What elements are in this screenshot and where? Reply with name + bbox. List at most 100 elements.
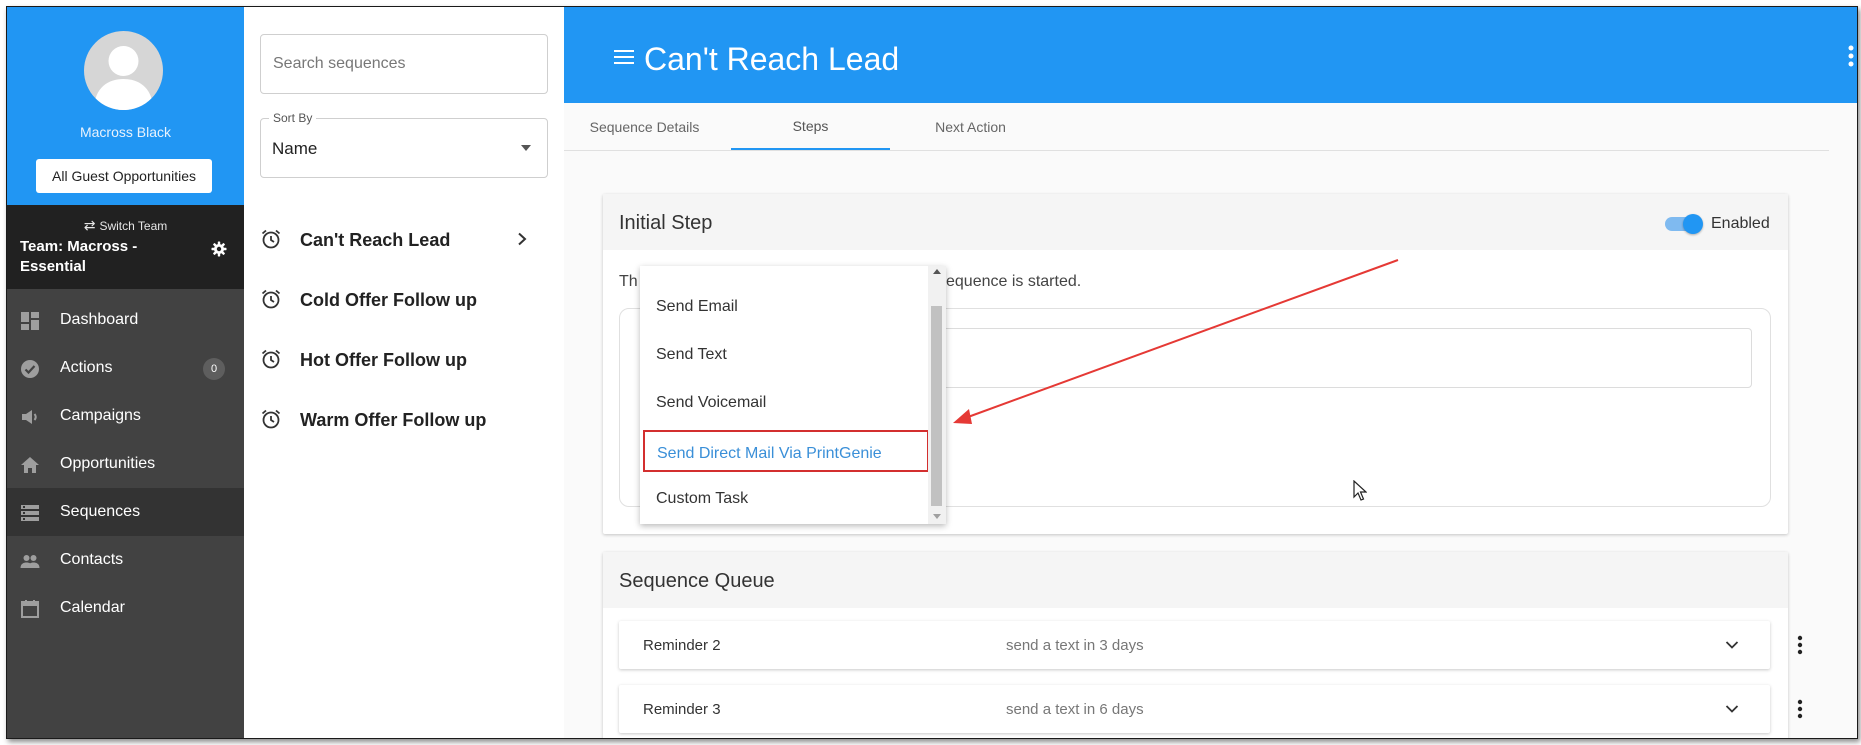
switch-team-label: Switch Team [99,219,168,233]
dropdown-option-send-voicemail[interactable]: Send Voicemail [640,379,928,427]
team-block: ⇄ Switch Team Team: Macross - Essential [7,205,244,289]
enabled-label: Enabled [1711,215,1770,232]
nav-label-dashboard: Dashboard [60,311,139,328]
megaphone-icon [22,410,37,424]
people-icon [20,555,40,568]
menu-icon[interactable] [614,49,634,65]
team-name: Team: Macross - Essential [20,238,138,275]
dropdown-option-label: Send Email [656,298,738,315]
search-box [260,34,548,94]
queue-row-description: send a text in 6 days [1006,701,1144,718]
nav-item-campaigns[interactable]: Campaigns [7,392,244,440]
dropdown-option-send-text[interactable]: Send Text [640,331,928,379]
nav-label-calendar: Calendar [60,599,125,616]
sequence-item-label: Cold Offer Follow up [300,290,477,310]
sequence-item-warm-offer[interactable]: Warm Offer Follow up [260,396,550,444]
scrollbar-thumb[interactable] [931,306,942,506]
nav-label-contacts: Contacts [60,551,124,568]
nav-item-actions[interactable]: Actions 0 [7,344,244,392]
sort-by-label: Sort By [269,111,317,125]
tab-sequence-details[interactable]: Sequence Details [564,103,725,150]
sequence-queue-card: Sequence Queue Reminder 2 send a text in… [603,552,1803,738]
dropdown-option-send-email[interactable]: Send Email [640,283,928,331]
step-description-start: Th [619,273,638,290]
home-icon [21,457,39,473]
caret-down-icon [521,145,531,151]
dropdown-scrollbar[interactable] [928,266,946,524]
sequence-queue-title: Sequence Queue [619,570,775,592]
nav-item-calendar[interactable]: Calendar [7,584,244,632]
nav-label-opportunities: Opportunities [60,455,156,472]
dropdown-option-custom-task[interactable]: Custom Task [640,475,928,523]
profile-panel: Macross Black All Guest Opportunities [7,7,244,205]
scroll-up-arrow-icon[interactable] [933,269,941,274]
mouse-pointer-icon [1353,480,1367,501]
actions-count-badge: 0 [203,358,225,380]
toggle-knob [1683,214,1703,234]
queue-row[interactable]: Reminder 2 send a text in 3 days [619,621,1770,669]
initial-step-header: Initial Step Enabled [603,194,1788,250]
sequence-item-label: Warm Offer Follow up [300,410,487,430]
alarm-clock-icon [261,409,281,429]
sort-by-value: Name [272,139,318,158]
app-bar: Can't Reach Lead [564,7,1857,103]
nav-label-campaigns: Campaigns [60,407,141,424]
chevron-down-icon [1725,705,1739,713]
tab-next-action[interactable]: Next Action [890,103,1051,150]
nav-label-actions: Actions [60,359,113,376]
dropdown-option-label: Send Voicemail [656,394,767,411]
nav-item-dashboard[interactable]: Dashboard [7,296,244,344]
swap-icon: ⇄ [83,217,96,233]
avatar[interactable] [84,31,163,110]
sequence-item-cant-reach-lead[interactable]: Can't Reach Lead [260,216,550,264]
sequence-item-cold-offer[interactable]: Cold Offer Follow up [260,276,550,324]
alarm-clock-icon [261,229,281,249]
gear-icon[interactable] [211,241,227,257]
nav-item-contacts[interactable]: Contacts [7,536,244,584]
app-window: Macross Black All Guest Opportunities ⇄ S… [6,6,1858,739]
check-circle-icon [21,360,39,378]
alarm-clock-icon [261,289,281,309]
dropdown-option-label: Send Direct Mail Via PrintGenie [657,445,882,462]
queue-row-name: Reminder 2 [643,637,721,654]
sequence-queue-header: Sequence Queue [603,552,1788,608]
scroll-down-arrow-icon[interactable] [933,514,941,519]
step-type-dropdown: Send Email Send Text Send Voicemail Send… [640,266,946,524]
dropdown-option-label: Custom Task [656,490,749,507]
sequence-item-label: Hot Offer Follow up [300,350,467,370]
dropdown-option-send-direct-mail[interactable]: Send Direct Mail Via PrintGenie [643,430,929,472]
step-description-end: sequence is started. [938,273,1082,290]
step-detail-field[interactable] [920,328,1752,388]
more-vert-icon[interactable] [1797,699,1803,719]
enabled-toggle[interactable] [1665,214,1703,234]
more-vert-icon[interactable] [1848,45,1854,67]
dashboard-icon [21,312,39,330]
user-icon [94,46,153,110]
sequence-list-panel: Sort By Name Can't Reach Lead Cold Offer… [244,7,565,738]
queue-row[interactable]: Reminder 3 send a text in 6 days [619,685,1770,733]
tab-bar: Sequence Details Steps Next Action [564,103,1829,151]
queue-row-description: send a text in 3 days [1006,637,1144,654]
search-input[interactable] [271,35,535,93]
sequence-item-label: Can't Reach Lead [300,230,451,250]
dropdown-option-label: Send Text [656,346,727,363]
storage-icon [21,505,39,521]
chevron-right-icon [518,232,527,246]
switch-team-button[interactable]: ⇄ Switch Team [7,217,244,234]
user-name: Macross Black [79,124,172,140]
sequence-item-hot-offer[interactable]: Hot Offer Follow up [260,336,550,384]
sort-by-select[interactable]: Sort By Name [260,111,548,178]
tab-steps[interactable]: Steps [731,103,890,150]
queue-row-name: Reminder 3 [643,701,721,718]
calendar-icon [21,600,39,618]
more-vert-icon[interactable] [1797,635,1803,655]
all-guest-opportunities-button[interactable]: All Guest Opportunities [36,159,212,193]
page-title: Can't Reach Lead [644,41,900,77]
chevron-down-icon [1725,641,1739,649]
nav-item-opportunities[interactable]: Opportunities [7,440,244,488]
sidebar: Macross Black All Guest Opportunities ⇄ S… [7,7,244,738]
initial-step-title: Initial Step [619,212,713,234]
alarm-clock-icon [261,349,281,369]
nav-item-sequences[interactable]: Sequences [7,488,244,536]
nav-label-sequences: Sequences [60,503,141,520]
